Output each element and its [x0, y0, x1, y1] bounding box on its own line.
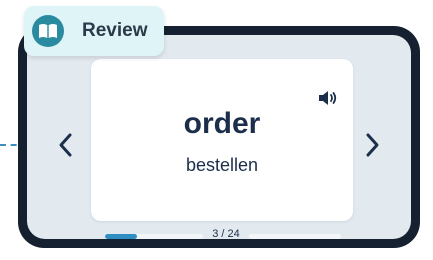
progress-fill — [105, 234, 137, 239]
flashcard-word: order — [183, 107, 261, 140]
review-badge[interactable]: Review — [24, 6, 164, 56]
previous-card-button[interactable] — [51, 125, 81, 165]
speaker-icon — [319, 91, 337, 105]
next-card-button[interactable] — [357, 125, 387, 165]
progress-track — [105, 234, 203, 239]
audio-button[interactable] — [317, 89, 339, 107]
flashcard-screen: order bestellen 3 / 24 — [27, 35, 411, 239]
review-label: Review — [82, 20, 148, 41]
card-counter: 3 / 24 — [212, 228, 240, 239]
chevron-right-icon — [366, 133, 379, 157]
progress-track-remaining — [249, 234, 341, 239]
flashcard-translation: bestellen — [185, 155, 259, 175]
badge-icon-circle — [32, 15, 64, 47]
flashcard-device: order bestellen 3 / 24 — [18, 26, 420, 248]
open-book-icon — [39, 24, 57, 38]
chevron-left-icon — [59, 133, 72, 157]
flashcard[interactable]: order bestellen — [91, 59, 353, 221]
